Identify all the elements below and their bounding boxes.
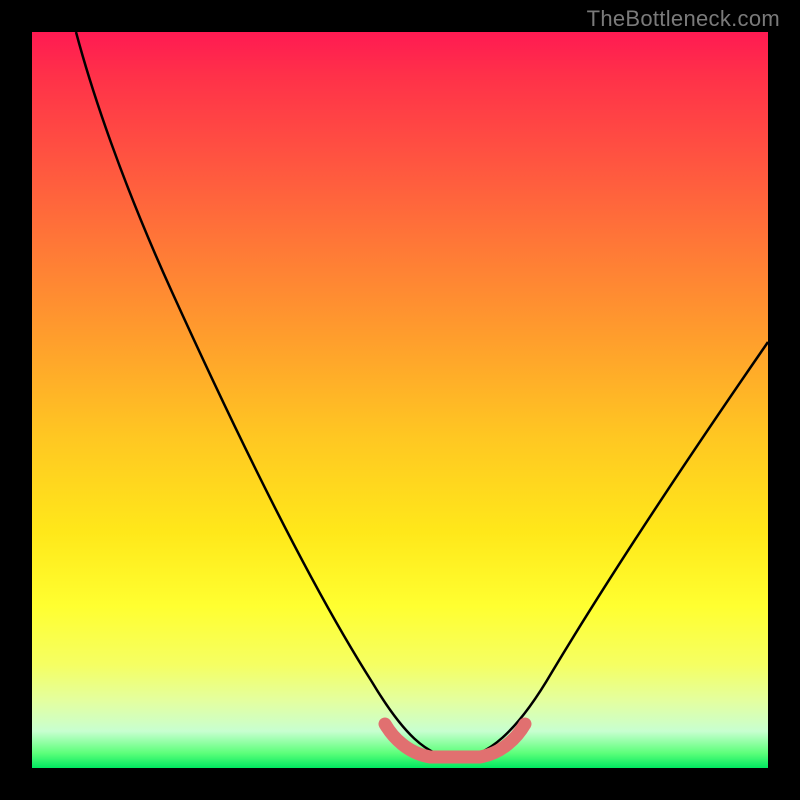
bottleneck-curve — [76, 32, 768, 758]
curve-layer — [32, 32, 768, 768]
chart-frame: TheBottleneck.com — [0, 0, 800, 800]
plot-area — [32, 32, 768, 768]
watermark-text: TheBottleneck.com — [587, 6, 780, 32]
